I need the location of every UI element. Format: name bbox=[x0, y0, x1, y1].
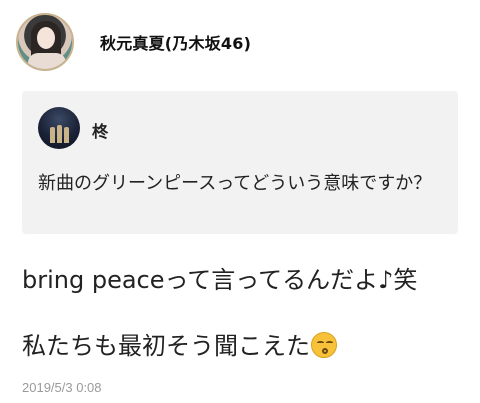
avatar-figure bbox=[64, 127, 69, 143]
sender-avatar bbox=[38, 107, 80, 149]
reply-text-line: 私たちも最初そう聞こえた bbox=[22, 326, 462, 361]
avatar-figure bbox=[50, 127, 55, 143]
reply-text-line: bring peaceって言ってるんだよ♪笑 bbox=[22, 266, 418, 294]
author-avatar[interactable] bbox=[16, 13, 74, 71]
avatar-clothing bbox=[28, 53, 66, 69]
post-header: 秋元真夏(乃木坂46) bbox=[16, 12, 464, 72]
sender-name: 柊 bbox=[92, 122, 109, 141]
avatar-figure bbox=[57, 125, 62, 143]
kissing-face-icon bbox=[311, 332, 337, 358]
quoted-text: 新曲のグリーンピースってどういう意味ですか？ bbox=[38, 173, 432, 194]
post-timestamp: 2019/5/3 0:08 bbox=[22, 380, 102, 395]
reply-text: 私たちも最初そう聞こえた bbox=[22, 332, 310, 360]
quoted-message: 柊 新曲のグリーンピースってどういう意味ですか？ bbox=[22, 91, 458, 234]
author-name[interactable]: 秋元真夏(乃木坂46) bbox=[100, 30, 251, 54]
avatar-face bbox=[37, 27, 55, 49]
